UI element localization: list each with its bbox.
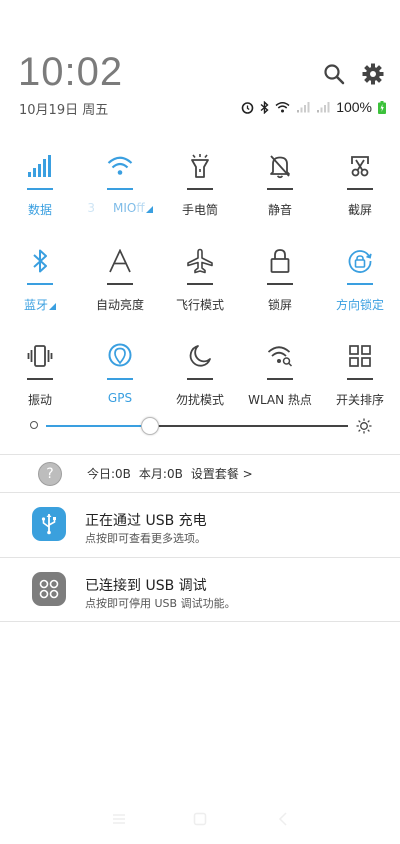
debug-icon <box>32 572 66 606</box>
brightness-fill <box>46 425 149 427</box>
gps-icon <box>104 340 136 372</box>
data-today: 今日:0B <box>87 467 131 481</box>
tile-label: 开关排序 <box>335 393 384 407</box>
tile-indicator <box>347 188 373 190</box>
tile-indicator <box>187 378 213 380</box>
notification-subtitle: 点按即可停用 USB 调试功能。 <box>85 597 236 610</box>
tile-label: 静音 <box>267 203 292 217</box>
rotation-lock-icon <box>344 245 376 277</box>
divider <box>0 621 400 622</box>
brightness-slider[interactable] <box>30 414 372 438</box>
help-icon: ? <box>38 461 62 486</box>
moon-icon <box>184 340 216 372</box>
hotspot-icon <box>264 340 296 372</box>
tile-indicator <box>267 188 293 190</box>
tile-label: 截屏 <box>347 203 372 217</box>
navigation-bar <box>0 812 400 832</box>
tile-auto-brightness[interactable]: 自动亮度 <box>80 240 160 335</box>
tile-rotation-lock[interactable]: 方向锁定 <box>320 240 400 335</box>
clock-time: 10:02 <box>18 50 124 94</box>
search-icon[interactable] <box>323 63 345 85</box>
tile-indicator <box>187 188 213 190</box>
notification-subtitle: 点按即可查看更多选项。 <box>85 532 206 545</box>
wifi-icon <box>104 150 136 182</box>
tile-label: MIO <box>113 201 137 215</box>
notification-title: 正在通过 USB 充电 <box>85 513 207 529</box>
dropdown-triangle-icon <box>49 302 56 310</box>
tile-indicator <box>347 378 373 380</box>
tile-indicator <box>267 283 293 285</box>
usb-icon <box>32 507 66 541</box>
signal-1-icon <box>297 102 310 113</box>
tile-indicator <box>27 188 53 190</box>
dropdown-triangle-icon <box>145 206 153 213</box>
tile-screenshot[interactable]: 截屏 <box>320 145 400 240</box>
notification-usb-charging[interactable]: 正在通过 USB 充电 点按即可查看更多选项。 <box>0 493 400 557</box>
tile-indicator <box>107 378 133 380</box>
tile-label: 飞行模式 <box>175 298 224 312</box>
tile-indicator <box>27 378 53 380</box>
tile-label: WLAN 热点 <box>248 393 312 407</box>
date-label: 10月19日 周五 <box>19 103 109 118</box>
data-usage-row[interactable]: ? 今日:0B 本月:0B 设置套餐 > <box>0 455 400 492</box>
brightness-thumb[interactable] <box>140 417 159 435</box>
tile-indicator <box>187 283 213 285</box>
tile-label: 振动 <box>27 393 52 407</box>
battery-charging-icon <box>378 100 386 114</box>
back-icon[interactable] <box>278 812 288 826</box>
lock-icon <box>264 245 296 277</box>
bell-off-icon <box>264 150 296 182</box>
tile-label: 手电筒 <box>181 203 218 217</box>
tile-label: GPS <box>107 391 133 405</box>
tile-indicator <box>107 188 133 190</box>
quick-settings-grid: 数据 3 MIO ff 手电筒 静音 截屏 蓝牙 自动亮度 飞行模式 锁屏 方向… <box>0 145 400 430</box>
tile-lock-screen[interactable]: 锁屏 <box>240 240 320 335</box>
tile-label: 勿扰模式 <box>175 393 224 407</box>
alarm-icon <box>241 101 254 114</box>
grid-icon <box>344 340 376 372</box>
home-icon[interactable] <box>193 812 207 826</box>
signal-2-icon <box>317 102 330 113</box>
wifi-status-icon <box>275 102 290 113</box>
tile-silent[interactable]: 静音 <box>240 145 320 240</box>
tile-label: 锁屏 <box>267 298 292 312</box>
airplane-icon <box>184 245 216 277</box>
tile-mobile-data[interactable]: 数据 <box>0 145 80 240</box>
tile-indicator <box>267 378 293 380</box>
tile-wifi[interactable]: 3 MIO ff <box>80 145 160 240</box>
vibrate-icon <box>24 340 56 372</box>
bluetooth-icon <box>24 245 56 277</box>
tile-bluetooth[interactable]: 蓝牙 <box>0 240 80 335</box>
notification-title: 已连接到 USB 调试 <box>85 578 207 594</box>
tile-airplane-mode[interactable]: 飞行模式 <box>160 240 240 335</box>
scissors-icon <box>344 150 376 182</box>
gear-icon[interactable] <box>362 63 384 85</box>
signal-icon <box>24 150 56 182</box>
tile-label: 自动亮度 <box>95 298 144 312</box>
status-bar: 100% <box>241 99 386 115</box>
tile-label: 数据 <box>27 203 52 217</box>
tile-label: 方向锁定 <box>335 298 384 312</box>
bluetooth-status-icon <box>260 100 269 114</box>
data-month: 本月:0B <box>138 467 183 481</box>
menu-icon[interactable] <box>112 812 126 826</box>
notification-usb-debugging[interactable]: 已连接到 USB 调试 点按即可停用 USB 调试功能。 <box>0 558 400 622</box>
brightness-high-icon <box>356 418 372 434</box>
battery-percent: 100% <box>336 99 372 115</box>
auto-brightness-icon <box>104 245 136 277</box>
tile-label: 蓝牙 <box>23 298 48 312</box>
tile-indicator <box>107 283 133 285</box>
tile-flashlight[interactable]: 手电筒 <box>160 145 240 240</box>
flashlight-icon <box>184 150 216 182</box>
tile-indicator <box>347 283 373 285</box>
data-plan-settings-link[interactable]: 设置套餐 > <box>191 465 253 482</box>
tile-indicator <box>27 283 53 285</box>
brightness-low-icon <box>30 421 38 429</box>
